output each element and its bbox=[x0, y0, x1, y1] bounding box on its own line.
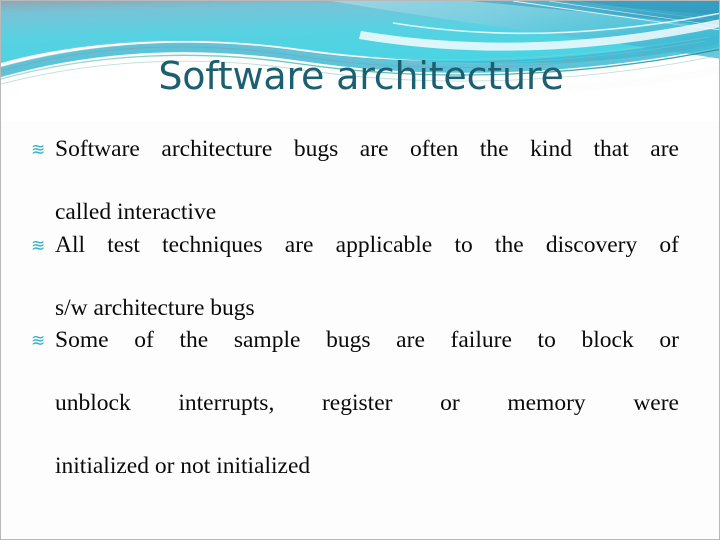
bullet-text: Some of the sample bugs are failure to b… bbox=[55, 325, 679, 483]
bullet-text: All test techniques are applicable to th… bbox=[55, 230, 679, 325]
swirl-bullet-icon: ≋ bbox=[31, 331, 46, 351]
bullet-line: Software architecture bugs are often the… bbox=[55, 136, 679, 162]
bullet-line: Some of the sample bugs are failure to b… bbox=[55, 327, 679, 353]
slide: Software architecture ≋ Software archite… bbox=[0, 0, 720, 540]
slide-body: ≋ Software architecture bugs are often t… bbox=[31, 134, 679, 484]
bullet-line: unblock interrupts, register or memory w… bbox=[55, 390, 679, 416]
bullet-text: Software architecture bugs are often the… bbox=[55, 134, 679, 229]
swirl-bullet-icon: ≋ bbox=[31, 140, 46, 160]
bullet-item: ≋ All test techniques are applicable to … bbox=[31, 230, 679, 325]
bullet-item: ≋ Some of the sample bugs are failure to… bbox=[31, 325, 679, 483]
bullet-item: ≋ Software architecture bugs are often t… bbox=[31, 134, 679, 229]
bullet-line: called interactive bbox=[55, 199, 217, 225]
bullet-line: All test techniques are applicable to th… bbox=[55, 231, 679, 258]
slide-title: Software architecture bbox=[158, 54, 564, 98]
bullet-line: initialized or not initialized bbox=[55, 453, 311, 479]
bullet-line: s/w architecture bugs bbox=[55, 294, 255, 321]
swirl-bullet-icon: ≋ bbox=[31, 235, 46, 256]
